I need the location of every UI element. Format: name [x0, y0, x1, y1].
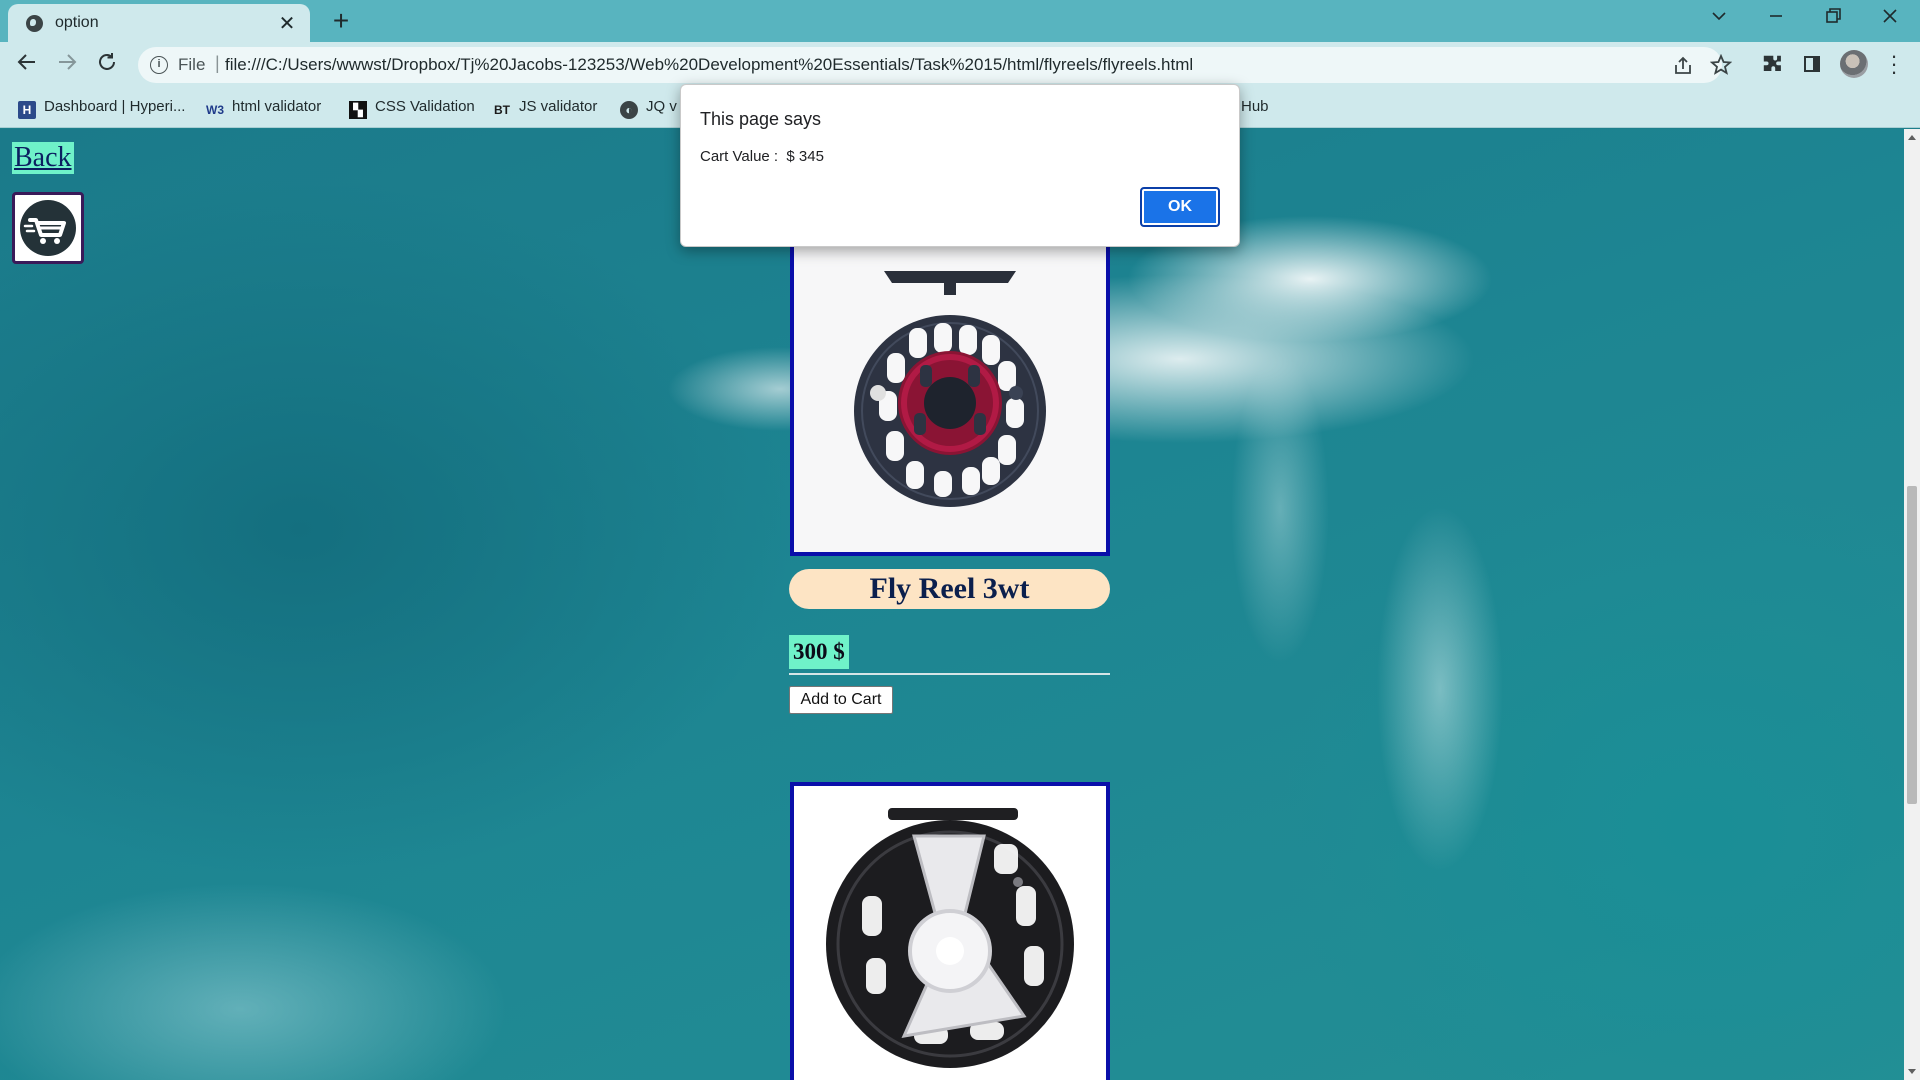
bookmark-label: CSS Validation [375, 98, 475, 115]
bookmark-label: Hub [1241, 98, 1269, 115]
minimize-button[interactable] [1754, 6, 1798, 32]
w3c-icon: W3 [206, 103, 224, 117]
profile-avatar[interactable] [1840, 50, 1868, 78]
chevron-down-icon [1712, 12, 1726, 21]
page-viewport: Back Fly Reel 3wt 300 $ Add to Cart [0, 129, 1920, 1080]
share-icon[interactable] [1672, 55, 1694, 77]
close-window-button[interactable] [1868, 6, 1912, 32]
shopping-cart-icon [20, 200, 76, 256]
more-menu-icon[interactable]: · · · [1884, 45, 1904, 83]
scroll-down-arrow-icon[interactable] [1908, 1069, 1916, 1074]
hyperion-icon: H [18, 101, 36, 119]
forward-nav-button[interactable] [51, 50, 83, 80]
scroll-thumb[interactable] [1907, 486, 1917, 804]
minimize-icon [1770, 15, 1782, 17]
browser-tab-active[interactable]: option ✕ [8, 4, 310, 42]
address-bar[interactable]: i File | file:///C:/Users/wwwst/Dropbox/… [138, 47, 1733, 83]
bt-icon: BT [494, 103, 510, 117]
page-scrollbar[interactable] [1904, 129, 1920, 1080]
info-icon[interactable]: i [150, 56, 168, 74]
bookmark-github[interactable]: Hub [1241, 98, 1269, 118]
arrow-right-icon [59, 54, 77, 70]
bookmark-css-validation[interactable]: ▚ CSS Validation [349, 98, 475, 119]
reload-icon [99, 53, 115, 70]
bookmark-label: JQ v [646, 98, 677, 115]
tab-search-button[interactable] [1697, 6, 1741, 32]
bookmark-label: Dashboard | Hyperi... [44, 98, 186, 115]
browser-toolbar: i File | file:///C:/Users/wwwst/Dropbox/… [0, 42, 1920, 88]
address-url[interactable]: file:///C:/Users/wwwst/Dropbox/Tj%20Jaco… [225, 55, 1193, 75]
reload-button[interactable] [91, 50, 123, 80]
product-name: Fly Reel 3wt [789, 569, 1110, 609]
bookmark-label: html validator [232, 98, 322, 115]
tab-strip: option ✕ + [0, 0, 1920, 42]
restore-button[interactable] [1811, 6, 1855, 32]
bookmark-html-validator[interactable]: W3 html validator [206, 98, 321, 118]
tab-close-button[interactable]: ✕ [276, 11, 298, 36]
new-tab-button[interactable]: + [326, 6, 356, 36]
globe-icon: ◐ [620, 101, 638, 119]
fly-reel-image [794, 243, 1106, 552]
bookmark-dashboard[interactable]: H Dashboard | Hyperi... [18, 98, 186, 119]
css-validator-icon: ▚ [349, 101, 367, 119]
extensions-icon[interactable] [1760, 52, 1786, 78]
bookmark-jq-validator[interactable]: ◐ JQ v [620, 98, 677, 119]
side-panel-icon[interactable] [1800, 52, 1826, 78]
product-price: 300 $ [789, 635, 849, 669]
close-icon [1883, 9, 1897, 23]
bookmark-js-validator[interactable]: BT JS validator [493, 98, 597, 118]
fly-reel-image-2 [794, 786, 1106, 1080]
product-image-reel-3wt [790, 239, 1110, 556]
arrow-left-icon [17, 54, 35, 70]
tab-title: option [55, 14, 99, 31]
restore-icon [1826, 8, 1841, 23]
scroll-up-arrow-icon[interactable] [1908, 135, 1916, 140]
product-image-next [790, 782, 1110, 1080]
dialog-message: Cart Value : $ 345 [700, 148, 824, 165]
add-to-cart-button[interactable]: Add to Cart [789, 686, 893, 714]
alert-dialog: This page says Cart Value : $ 345 OK [680, 84, 1240, 247]
back-nav-button[interactable] [11, 50, 43, 80]
ok-button[interactable]: OK [1140, 187, 1220, 227]
scheme-label: File [178, 55, 206, 74]
cart-button[interactable] [12, 192, 84, 264]
dialog-title: This page says [700, 109, 822, 129]
back-link[interactable]: Back [12, 142, 74, 174]
star-icon[interactable] [1709, 53, 1733, 76]
divider [789, 673, 1110, 675]
bookmark-label: JS validator [519, 98, 598, 115]
globe-icon [26, 15, 43, 32]
address-separator: | [215, 53, 220, 73]
